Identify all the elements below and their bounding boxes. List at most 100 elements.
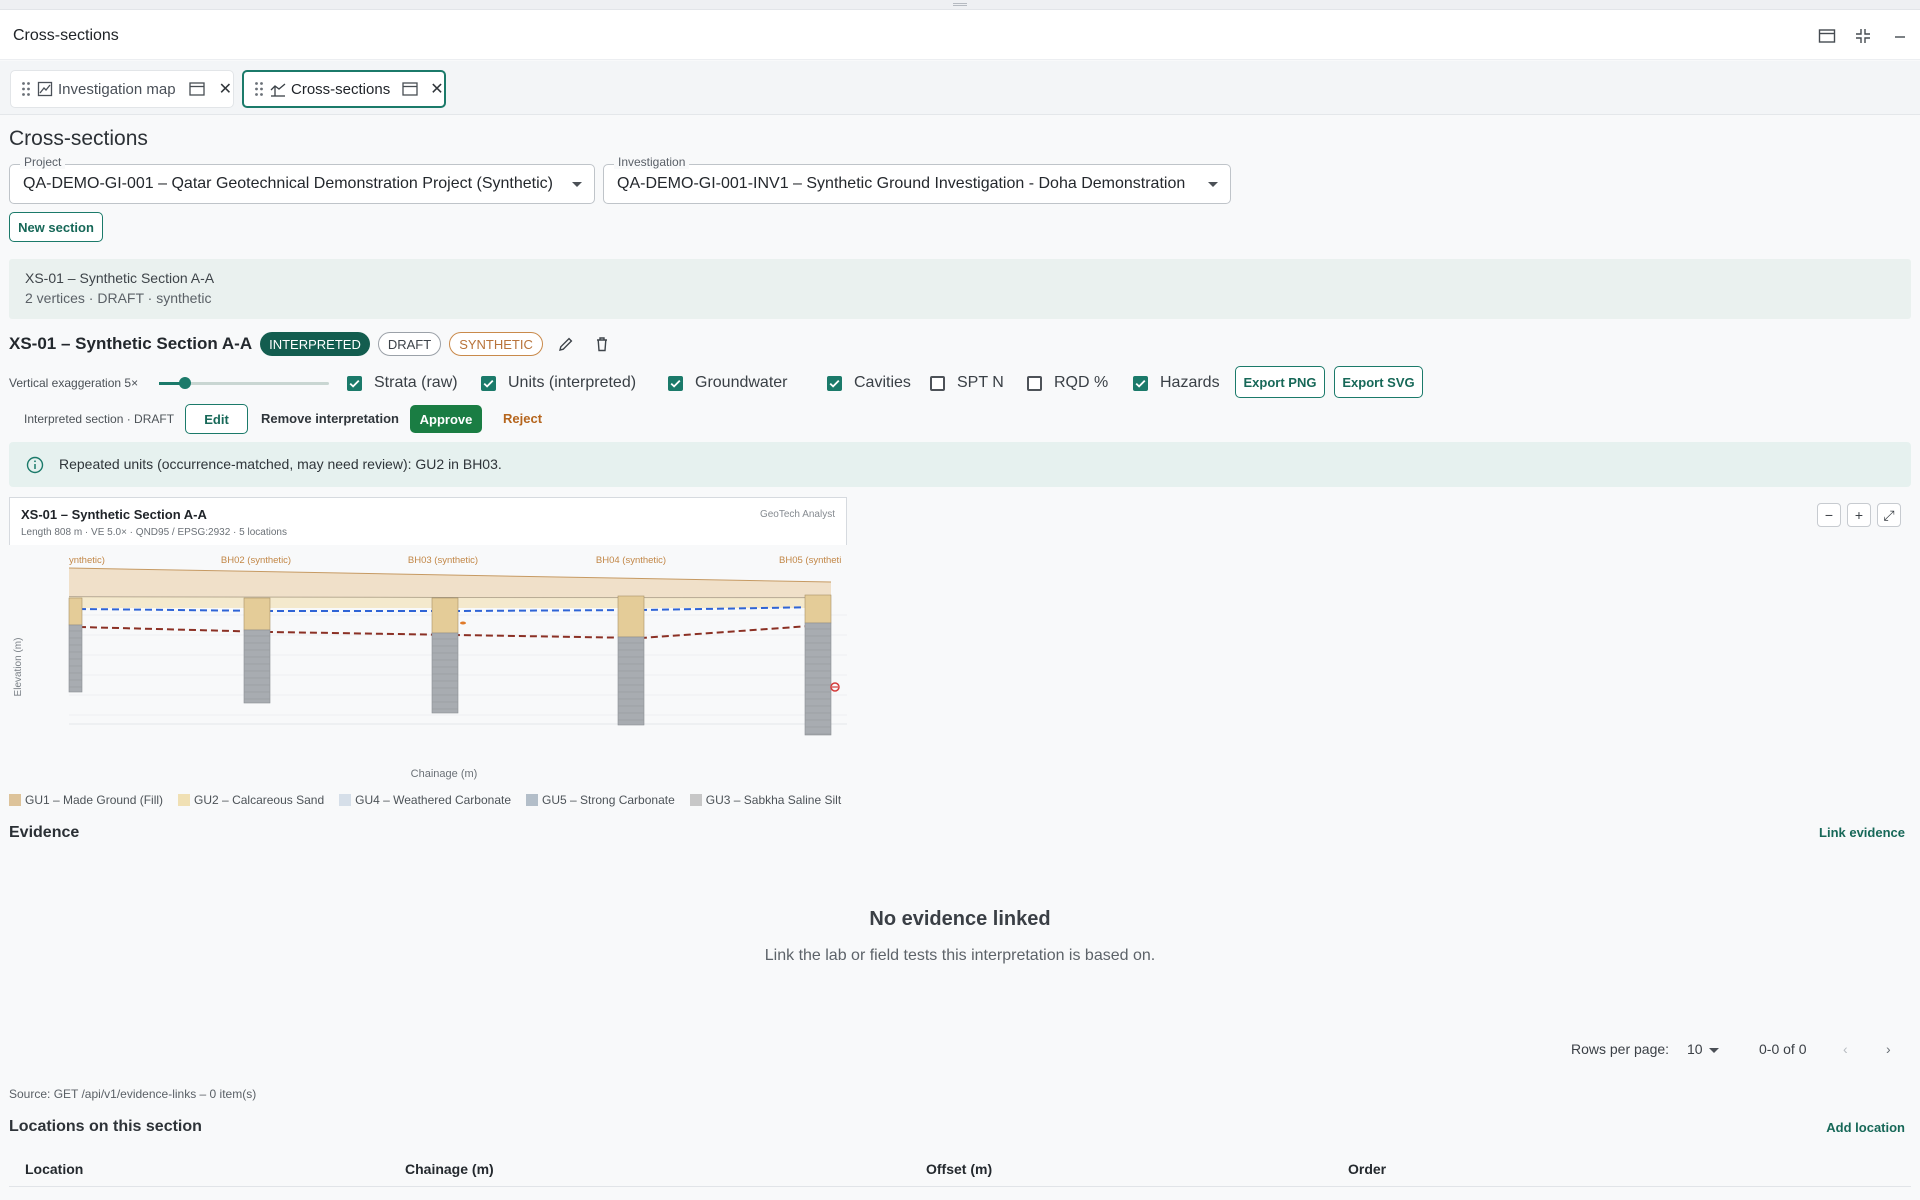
chevron-down-icon bbox=[1208, 182, 1218, 187]
tab-label: Investigation map bbox=[58, 80, 176, 98]
chevron-down-icon bbox=[1708, 1047, 1719, 1053]
column-header-location[interactable]: Location bbox=[25, 1161, 83, 1177]
fullscreen-button[interactable]: ⤢ bbox=[1877, 503, 1901, 527]
column-header-chainage[interactable]: Chainage (m) bbox=[405, 1161, 494, 1177]
checkbox-unchecked-icon[interactable] bbox=[930, 375, 945, 391]
investigation-select[interactable]: Investigation QA-DEMO-GI-001-INV1 – Synt… bbox=[603, 155, 1231, 204]
section-title: XS-01 – Synthetic Section A-A bbox=[9, 334, 253, 353]
borehole-rock-segment[interactable] bbox=[431, 632, 459, 714]
toggle-label: SPT N bbox=[957, 374, 1004, 391]
export-png-button[interactable]: Export PNG bbox=[1235, 366, 1325, 398]
toggle-cavities[interactable]: Cavities bbox=[827, 374, 911, 392]
tab-bar: Investigation map ✕ Cross-sections ✕ bbox=[0, 61, 1920, 115]
slider-thumb[interactable] bbox=[179, 377, 191, 389]
synthetic-badge: SYNTHETIC bbox=[449, 332, 543, 356]
interpretation-status: Interpreted section · DRAFT bbox=[24, 412, 175, 426]
resize-grip-icon[interactable] bbox=[953, 3, 967, 6]
legend-label: GU1 – Made Ground (Fill) bbox=[25, 793, 164, 807]
borehole-sand-segment[interactable] bbox=[68, 597, 83, 626]
edit-button[interactable]: Edit bbox=[185, 404, 248, 434]
checkbox-checked-icon[interactable] bbox=[481, 375, 496, 391]
toggle-spt-n[interactable]: SPT N bbox=[930, 374, 1004, 392]
new-section-button[interactable]: New section bbox=[9, 212, 103, 242]
legend-label: GU2 – Calcareous Sand bbox=[194, 793, 325, 807]
panel-resize-strip[interactable] bbox=[0, 0, 1920, 10]
empty-state-text: Link the lab or field tests this interpr… bbox=[764, 947, 1156, 964]
drag-handle-icon[interactable] bbox=[254, 81, 264, 97]
toggle-rqd[interactable]: RQD % bbox=[1027, 374, 1108, 392]
checkbox-checked-icon[interactable] bbox=[1133, 375, 1148, 391]
tab-cross-sections[interactable]: Cross-sections ✕ bbox=[242, 70, 446, 108]
delete-icon[interactable] bbox=[593, 335, 611, 353]
plot-brand: GeoTech Analyst bbox=[759, 509, 835, 520]
info-alert: Repeated units (occurrence-matched, may … bbox=[9, 442, 1911, 487]
borehole-sand-segment[interactable] bbox=[804, 594, 832, 624]
section-card-title: XS-01 – Synthetic Section A-A bbox=[25, 270, 215, 286]
borehole-sand-segment[interactable] bbox=[617, 595, 645, 638]
close-icon[interactable]: ✕ bbox=[219, 79, 232, 99]
legend-swatch bbox=[339, 794, 352, 806]
borehole-sand-segment[interactable] bbox=[243, 597, 271, 631]
plot-header: XS-01 – Synthetic Section A-A Length 808… bbox=[9, 497, 847, 545]
project-value: QA-DEMO-GI-001 – Qatar Geotechnical Demo… bbox=[23, 175, 553, 192]
previous-page-icon[interactable]: ‹ bbox=[1843, 1041, 1848, 1057]
chevron-down-icon bbox=[572, 182, 582, 187]
rows-per-page-select[interactable]: 10 bbox=[1687, 1041, 1719, 1057]
legend-item: GU1 – Made Ground (Fill) bbox=[9, 793, 163, 807]
popout-icon[interactable] bbox=[402, 82, 418, 96]
toggle-units-interpreted[interactable]: Units (interpreted) bbox=[481, 374, 636, 392]
toggle-label: RQD % bbox=[1054, 374, 1109, 391]
add-location-button[interactable]: Add location bbox=[1826, 1120, 1905, 1135]
toggle-label: Groundwater bbox=[695, 374, 788, 391]
checkbox-checked-icon[interactable] bbox=[827, 375, 842, 391]
panel-layout-icon[interactable] bbox=[1817, 26, 1837, 46]
legend-item: GU4 – Weathered Carbonate bbox=[339, 793, 511, 807]
borehole-label: BH05 (syntheti bbox=[779, 555, 841, 566]
popout-icon[interactable] bbox=[188, 82, 205, 96]
evidence-title: Evidence bbox=[9, 824, 80, 841]
approve-button[interactable]: Approve bbox=[410, 405, 482, 433]
toggle-groundwater[interactable]: Groundwater bbox=[668, 374, 788, 392]
collapse-icon[interactable] bbox=[1853, 26, 1873, 46]
borehole-sand-segment[interactable] bbox=[431, 597, 459, 634]
edit-pencil-icon[interactable] bbox=[557, 335, 575, 353]
section-list-item[interactable]: XS-01 – Synthetic Section A-A 2 vertices… bbox=[9, 259, 1911, 319]
checkbox-checked-icon[interactable] bbox=[668, 375, 683, 391]
close-icon[interactable]: ✕ bbox=[430, 79, 443, 99]
zoom-in-button[interactable]: + bbox=[1847, 503, 1871, 527]
zoom-out-button[interactable]: − bbox=[1817, 503, 1841, 527]
panel-header: Cross-sections bbox=[0, 10, 1920, 60]
column-header-offset[interactable]: Offset (m) bbox=[926, 1161, 992, 1177]
exaggeration-slider[interactable] bbox=[159, 377, 329, 389]
legend-swatch bbox=[178, 794, 191, 806]
gu1-made-ground-unit bbox=[69, 568, 831, 598]
toggle-strata-raw[interactable]: Strata (raw) bbox=[347, 374, 458, 392]
reject-button[interactable]: Reject bbox=[503, 411, 542, 426]
x-axis-label: Chainage (m) bbox=[411, 768, 478, 780]
borehole-rock-segment[interactable] bbox=[804, 622, 832, 736]
exaggeration-label: Vertical exaggeration 5× bbox=[9, 376, 139, 390]
tab-investigation-map[interactable]: Investigation map ✕ bbox=[10, 70, 234, 108]
toggle-label: Cavities bbox=[854, 374, 911, 391]
display-controls: Vertical exaggeration 5× Strata (raw) Uni… bbox=[9, 366, 1919, 398]
minimize-icon[interactable] bbox=[1890, 26, 1910, 46]
plot-title: XS-01 – Synthetic Section A-A bbox=[21, 507, 207, 522]
cavity-marker bbox=[460, 621, 466, 625]
drag-handle-icon[interactable] bbox=[21, 81, 31, 97]
cross-section-plot[interactable]: ynthetic) BH02 (synthetic) BH03 (synthetic… bbox=[9, 545, 855, 785]
remove-interpretation-button[interactable]: Remove interpretation bbox=[261, 411, 399, 426]
legend-label: GU4 – Weathered Carbonate bbox=[355, 793, 511, 807]
borehole-label: BH02 (synthetic) bbox=[221, 555, 291, 566]
checkbox-checked-icon[interactable] bbox=[347, 375, 362, 391]
column-header-order[interactable]: Order bbox=[1348, 1161, 1386, 1177]
link-evidence-button[interactable]: Link evidence bbox=[1819, 825, 1905, 840]
export-svg-button[interactable]: Export SVG bbox=[1334, 366, 1423, 398]
next-page-icon[interactable]: › bbox=[1886, 1041, 1891, 1057]
project-select[interactable]: Project QA-DEMO-GI-001 – Qatar Geotechni… bbox=[9, 155, 595, 204]
checkbox-unchecked-icon[interactable] bbox=[1027, 375, 1042, 391]
alert-text: Repeated units (occurrence-matched, may … bbox=[59, 456, 502, 472]
borehole-rock-segment[interactable] bbox=[68, 624, 83, 693]
empty-state-title: No evidence linked bbox=[869, 908, 1051, 930]
legend-label: GU5 – Strong Carbonate bbox=[542, 793, 675, 807]
toggle-hazards[interactable]: Hazards bbox=[1133, 374, 1220, 392]
